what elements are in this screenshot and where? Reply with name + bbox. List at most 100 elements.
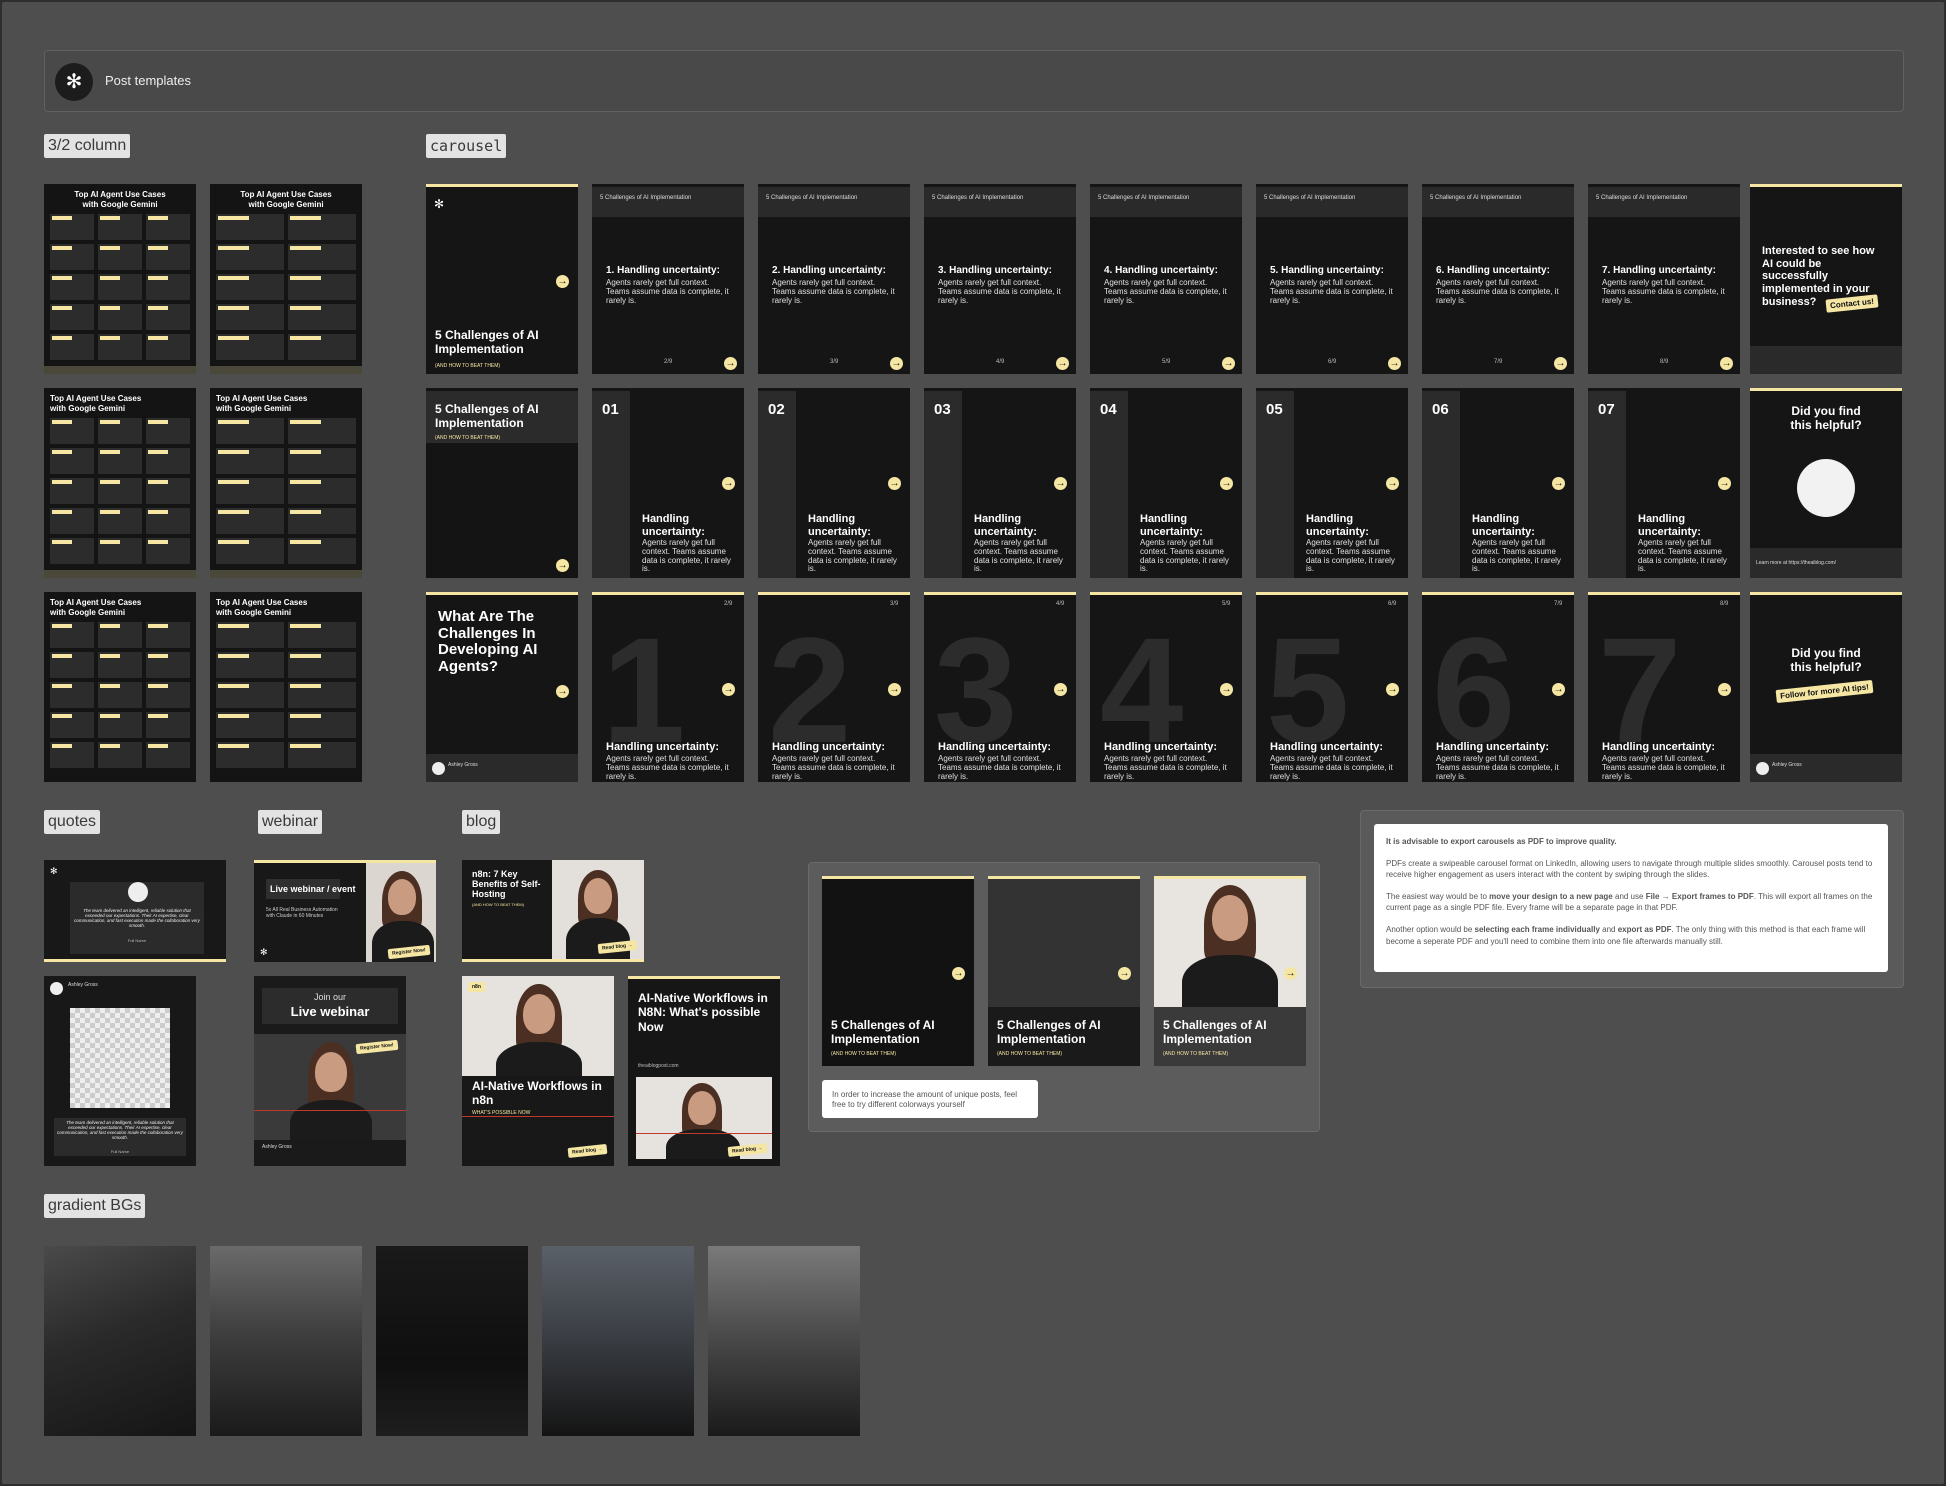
slide-sidestrip [758,391,796,578]
carousel-slide-card[interactable]: 5 Challenges of AI Implementation 5. Hand… [1256,184,1408,374]
carousel-follow-card[interactable]: Did you find this helpful? Follow for mo… [1750,592,1902,782]
quote-card-tall[interactable]: Ashley Gross The team delivered an intel… [44,976,196,1166]
carousel-question-card[interactable]: What Are The Challenges In Developing AI… [426,592,578,782]
column-template-card[interactable]: Top AI Agent Use Cases with Google Gemini [210,184,362,374]
slide-number: 07 [1598,401,1615,418]
cell-highlight [290,450,321,454]
cell-highlight [100,276,120,280]
carousel-slide-card[interactable]: 5 Challenges of AI Implementation 3. Hand… [924,184,1076,374]
slide-body: Agents rarely get full context. Teams as… [1638,538,1727,574]
carousel-contact-card[interactable]: Interested to see how AI could be succes… [1750,184,1902,374]
cell-highlight [100,480,120,484]
page-indicator: 4/9 [996,359,1005,365]
carousel-cover-card-2[interactable]: 5 Challenges of AI Implementation (AND H… [426,388,578,578]
cell-highlight [290,276,321,280]
blog-card-tall[interactable]: n8n AI-Native Workflows in n8n WHAT'S PO… [462,976,614,1166]
column-template-card[interactable]: Top AI Agent Use Cases with Google Gemini [44,388,196,578]
slide-topbar: 5 Challenges of AI Implementation [1422,187,1574,217]
cell-highlight [290,714,321,718]
cell-highlight [52,624,72,628]
card-footer: Ashley Gross [1750,754,1902,782]
slide-body: Agents rarely get full context. Teams as… [1270,754,1393,781]
follow-badge[interactable]: Follow for more AI tips! [1775,679,1874,704]
learn-more-link[interactable]: Learn more at https://theaiblog.com/ [1756,560,1836,566]
carousel-helpful-card[interactable]: Did you find this helpful? Learn more at… [1750,388,1902,578]
cell-highlight [218,276,249,280]
slide-body: Agents rarely get full context. Teams as… [1436,754,1559,781]
carousel-slide-card[interactable]: 7 8/9 → Handling uncertainty: Agents rarely … [1588,592,1740,782]
gradient-bg-5[interactable] [708,1246,860,1436]
carousel-slide-card[interactable]: 03 → Handling uncertainty: Agents rarely ge… [924,388,1076,578]
cell-highlight [52,510,72,514]
slide-title: 2. Handling uncertainty: [772,265,886,276]
blog-card-wide[interactable]: n8n: 7 Key Benefits of Self-Hosting (AND… [462,860,644,962]
carousel-slide-card[interactable]: 5 6/9 → Handling uncertainty: Agents rarely … [1256,592,1408,782]
cell-highlight [52,654,72,658]
carousel-slide-card[interactable]: 02 → Handling uncertainty: Agents rarely ge… [758,388,910,578]
carousel-slide-card[interactable]: 5 Challenges of AI Implementation 7. Hand… [1588,184,1740,374]
export-info-note: It is advisable to export carousels as P… [1374,824,1888,972]
slide-sidestrip [1588,391,1626,578]
cell-highlight [148,684,168,688]
carousel-slide-card[interactable]: 05 → Handling uncertainty: Agents rarely ge… [1256,388,1408,578]
carousel-cover-card[interactable]: ✻ → 5 Challenges of AI Implementation (A… [426,184,578,374]
cell-highlight [148,480,168,484]
gradient-bg-2[interactable] [210,1246,362,1436]
colorway-card-photo[interactable]: → 5 Challenges of AI Implementation (AND… [1154,876,1306,1066]
avatar [50,982,63,995]
webinar-card-tall[interactable]: Join our Live webinar Register Now! Ashl… [254,976,406,1166]
carousel-slide-card[interactable]: 5 Challenges of AI Implementation 1. Hand… [592,184,744,374]
quote-card-wide[interactable]: ✻ The team delivered an intelligent, rel… [44,860,226,962]
export-paragraph: Another option would be selecting each f… [1386,924,1866,946]
carousel-slide-card[interactable]: 5 Challenges of AI Implementation 4. Hand… [1090,184,1242,374]
blog-card-tall-2[interactable]: AI-Native Workflows in N8N: What's possi… [628,976,780,1166]
cell-highlight [218,336,249,340]
cell-highlight [100,450,120,454]
gradient-bg-1[interactable] [44,1246,196,1436]
column-template-card[interactable]: Top AI Agent Use Cases with Google Gemini [210,592,362,782]
cell-highlight [148,216,168,220]
cover-title: 5 Challenges of AI Implementation [435,328,539,356]
gradient-bg-3[interactable] [376,1246,528,1436]
column-template-card[interactable]: Top AI Agent Use Cases with Google Gemini [210,388,362,578]
profile-name: Ashley Gross [68,982,98,988]
carousel-slide-card[interactable]: 6 7/9 → Handling uncertainty: Agents rarely … [1422,592,1574,782]
webinar-title: Live webinar / event [270,884,356,894]
colorway-card-gray[interactable]: → 5 Challenges of AI Implementation (AND… [988,876,1140,1066]
carousel-slide-card[interactable]: 04 → Handling uncertainty: Agents rarely ge… [1090,388,1242,578]
cell-highlight [290,306,321,310]
cell-highlight [218,510,249,514]
column-template-card[interactable]: Top AI Agent Use Cases with Google Gemini [44,184,196,374]
slide-number: 06 [1432,401,1449,418]
avatar [128,882,148,902]
page-header[interactable]: ✻ Post templates [44,50,1904,112]
carousel-slide-card[interactable]: 01 → Handling uncertainty: Agents rarely ge… [592,388,744,578]
carousel-slide-card[interactable]: 5 Challenges of AI Implementation 2. Hand… [758,184,910,374]
column-title: Top AI Agent Use Cases [216,394,308,403]
read-blog-badge[interactable]: Read blog → [567,1144,607,1158]
carousel-slide-card[interactable]: 1 2/9 → Handling uncertainty: Agents rarely … [592,592,744,782]
cell-highlight [52,306,72,310]
cell-highlight [148,336,168,340]
cell-highlight [52,420,72,424]
carousel-slide-card[interactable]: 07 → Handling uncertainty: Agents rarely ge… [1588,388,1740,578]
quote-author: Full Name [110,1149,130,1154]
slide-title: 3. Handling uncertainty: [938,265,1052,276]
cell-highlight [100,540,120,544]
gradient-bg-4[interactable] [542,1246,694,1436]
carousel-slide-card[interactable]: 4 5/9 → Handling uncertainty: Agents rarely … [1090,592,1242,782]
carousel-slide-card[interactable]: 5 Challenges of AI Implementation 6. Hand… [1422,184,1574,374]
arrow-right-icon: → [556,275,569,288]
slide-title: Handling uncertainty: [1270,741,1384,753]
webinar-card-wide[interactable]: Live webinar / event 5x All Real Busines… [254,860,436,962]
column-template-card[interactable]: Top AI Agent Use Cases with Google Gemini [44,592,196,782]
colorway-card-dark[interactable]: → 5 Challenges of AI Implementation (AND… [822,876,974,1066]
slide-topbar-title: 5 Challenges of AI Implementation [932,195,1024,201]
section-label-gradient: gradient BGs [44,1194,146,1218]
column-title: with Google Gemini [216,404,292,413]
carousel-slide-card[interactable]: 2 3/9 → Handling uncertainty: Agents rarely … [758,592,910,782]
carousel-slide-card[interactable]: 06 → Handling uncertainty: Agents rarely ge… [1422,388,1574,578]
carousel-slide-card[interactable]: 3 4/9 → Handling uncertainty: Agents rarely … [924,592,1076,782]
slide-topbar: 5 Challenges of AI Implementation [1090,187,1242,217]
slide-number: 04 [1100,401,1117,418]
